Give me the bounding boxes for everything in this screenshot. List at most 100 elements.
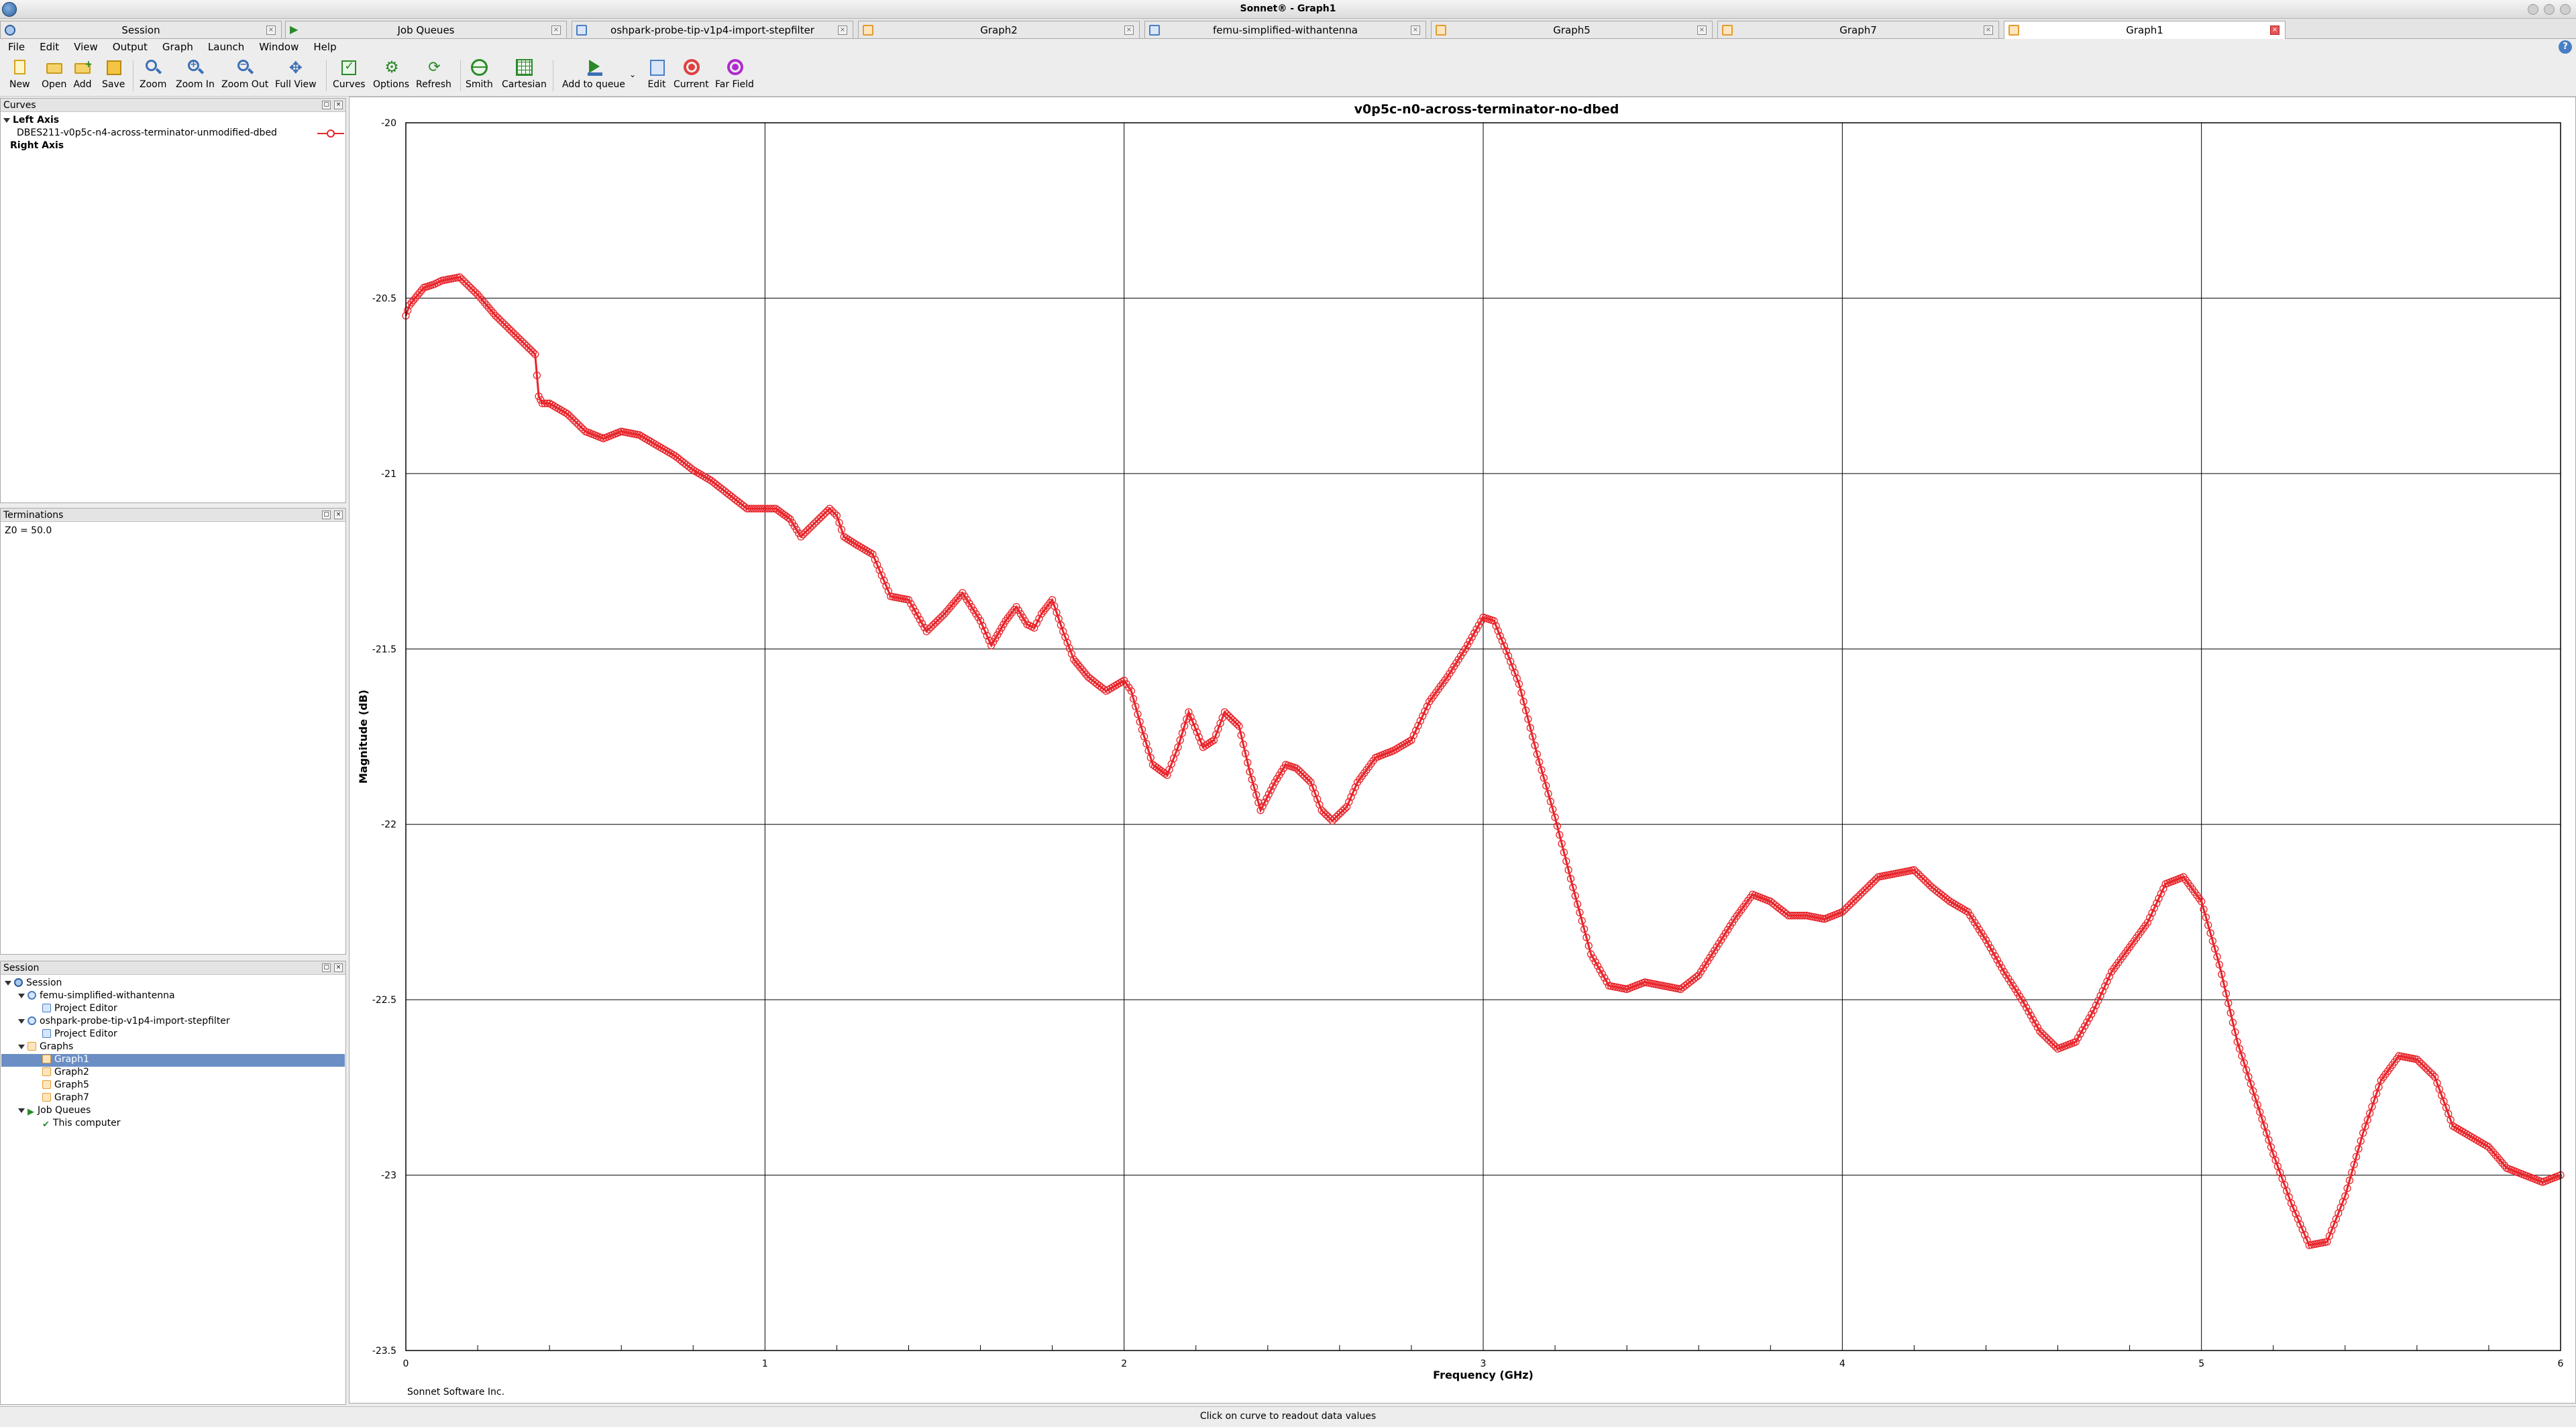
cartesian-button[interactable]: Cartesian — [502, 58, 547, 90]
full-view-button[interactable]: ✥ Full View — [275, 58, 317, 90]
graph-icon — [42, 1067, 51, 1076]
session-project-femu[interactable]: femu-simplified-withantenna — [18, 990, 175, 1003]
terminations-panel: Terminations ▢ × Z0 = 50.0 — [0, 508, 346, 955]
new-button[interactable]: New — [9, 58, 30, 90]
x-tick-label: 4 — [1839, 1359, 1845, 1369]
tab-oshpark-project[interactable]: oshpark-probe-tip-v1p4-import-stepfilter… — [572, 21, 853, 38]
project-icon — [28, 1016, 36, 1025]
session-graphs-node[interactable]: Graphs — [18, 1041, 73, 1054]
menu-graph[interactable]: Graph — [154, 39, 200, 53]
toolbar-separator — [460, 60, 461, 91]
session-graph7-item[interactable]: Graph7 — [42, 1092, 89, 1105]
tab-close-icon[interactable]: × — [1411, 25, 1420, 35]
save-button[interactable]: Save — [102, 58, 125, 90]
x-tick-label: 3 — [1481, 1359, 1487, 1369]
expand-triangle-icon[interactable] — [3, 118, 10, 123]
y-tick-label: -23 — [381, 1171, 396, 1181]
graph-icon — [2008, 25, 2019, 36]
panel-close-icon[interactable]: × — [334, 963, 343, 972]
menu-edit[interactable]: Edit — [32, 39, 66, 53]
maximize-button[interactable] — [2544, 4, 2555, 15]
edit-button[interactable]: Edit — [647, 58, 667, 90]
close-window-button[interactable] — [2560, 4, 2571, 15]
gear-icon: ⚙ — [384, 58, 399, 76]
session-graph1-item[interactable]: Graph1 — [1, 1054, 345, 1067]
session-project-oshpark[interactable]: oshpark-probe-tip-v1p4-import-stepfilter — [18, 1016, 230, 1028]
x-tick-label: 2 — [1121, 1359, 1127, 1369]
zoom-in-icon: + — [185, 58, 205, 78]
open-button[interactable]: Open — [42, 58, 66, 90]
add-to-queue-button[interactable]: Add to queue — [562, 58, 625, 90]
y-tick-label: -21.5 — [372, 644, 396, 655]
session-job-queues-node[interactable]: ▶ Job Queues — [18, 1105, 91, 1118]
session-graph5-item[interactable]: Graph5 — [42, 1079, 89, 1092]
panel-close-icon[interactable]: × — [334, 101, 343, 109]
menu-help[interactable]: Help — [305, 39, 343, 53]
tab-close-icon[interactable]: × — [2270, 25, 2279, 35]
menu-view[interactable]: View — [66, 39, 105, 53]
add-to-queue-dropdown[interactable]: ⌄ — [629, 70, 636, 79]
tab-graph2[interactable]: Graph2 × — [858, 21, 1140, 38]
y-tick-label: -21 — [381, 469, 396, 480]
panel-close-icon[interactable]: × — [334, 511, 343, 519]
chevron-down-icon: ⌄ — [629, 70, 637, 79]
session-graph2-item[interactable]: Graph2 — [42, 1067, 89, 1079]
session-this-computer-item[interactable]: ✔ This computer — [42, 1118, 120, 1130]
curves-button[interactable]: ✓ Curves — [333, 58, 366, 90]
smith-button[interactable]: Smith — [466, 58, 493, 90]
graph-view[interactable]: v0p5c-n0-across-terminator-no-dbed 0 1 2 3 4… — [349, 97, 2576, 1404]
graph-canvas[interactable]: v0p5c-n0-across-terminator-no-dbed 0 1 2 3 4… — [350, 97, 2576, 1404]
tab-session[interactable]: Session × — [0, 21, 282, 38]
help-icon[interactable]: ? — [2559, 40, 2572, 54]
tab-close-icon[interactable]: × — [1697, 25, 1707, 35]
refresh-button[interactable]: ⟳ Refresh — [416, 58, 451, 90]
menu-window[interactable]: Window — [251, 39, 305, 53]
graph-icon — [42, 1080, 51, 1089]
tab-graph5[interactable]: Graph5 × — [1431, 21, 1713, 38]
panel-float-icon[interactable]: ▢ — [322, 101, 331, 109]
session-project-editor-femu[interactable]: Project Editor — [42, 1003, 117, 1016]
tab-graph7[interactable]: Graph7 × — [1717, 21, 1999, 38]
tab-job-queues[interactable]: ▶ Job Queues × — [285, 21, 567, 38]
tab-close-icon[interactable]: × — [1984, 25, 1993, 35]
current-button[interactable]: Current — [674, 58, 709, 90]
session-project-editor-oshpark[interactable]: Project Editor — [42, 1028, 117, 1041]
menu-launch[interactable]: Launch — [200, 39, 251, 53]
tab-femu-project[interactable]: femu-simplified-withantenna × — [1144, 21, 1426, 38]
project-icon — [576, 25, 587, 36]
tab-close-icon[interactable]: × — [1124, 25, 1134, 35]
minimize-button[interactable] — [2528, 4, 2538, 15]
zoom-in-button[interactable]: + Zoom In — [176, 58, 215, 90]
y-tick-label: -22.5 — [372, 995, 396, 1006]
tab-close-icon[interactable]: × — [838, 25, 847, 35]
terminations-panel-header: Terminations ▢ × — [1, 509, 345, 522]
y-axis-label: Magnitude (dB) — [357, 690, 370, 784]
menu-bar: File Edit View Output Graph Launch Window Help … — [0, 39, 2576, 55]
zoom-out-button[interactable]: − Zoom Out — [221, 58, 268, 90]
zoom-button[interactable]: Zoom — [140, 58, 166, 90]
curves-icon: ✓ — [339, 58, 359, 78]
graph-icon — [1436, 25, 1446, 36]
tab-graph1[interactable]: Graph1 × — [2004, 21, 2286, 39]
panel-float-icon[interactable]: ▢ — [322, 963, 331, 972]
session-panel-header: Session ▢ × — [1, 961, 345, 975]
panel-float-icon[interactable]: ▢ — [322, 511, 331, 519]
options-button[interactable]: ⚙ Options — [373, 58, 409, 90]
right-axis-node[interactable]: Right Axis — [10, 140, 64, 153]
cartesian-grid-icon — [514, 58, 534, 78]
far-field-button[interactable]: Far Field — [715, 58, 754, 90]
expand-triangle-icon — [18, 1108, 25, 1113]
edit-project-icon — [647, 58, 667, 78]
project-editor-icon — [42, 1029, 51, 1038]
far-field-icon — [724, 58, 745, 78]
tab-close-icon[interactable]: × — [266, 25, 276, 35]
menu-file[interactable]: File — [0, 39, 32, 53]
left-axis-node[interactable]: Left Axis — [3, 115, 59, 127]
toolbar: New Open + Add Save Zoom + Zoom In − Zoo… — [0, 55, 2576, 97]
curve-legend-marker-icon — [317, 129, 344, 138]
add-button[interactable]: + Add — [72, 58, 93, 90]
curve-entry[interactable]: DBES211-v0p5c-n4-across-terminator-unmod… — [17, 127, 345, 140]
menu-output[interactable]: Output — [105, 39, 154, 53]
tab-close-icon[interactable]: × — [551, 25, 561, 35]
session-root-node[interactable]: Session — [5, 977, 62, 990]
